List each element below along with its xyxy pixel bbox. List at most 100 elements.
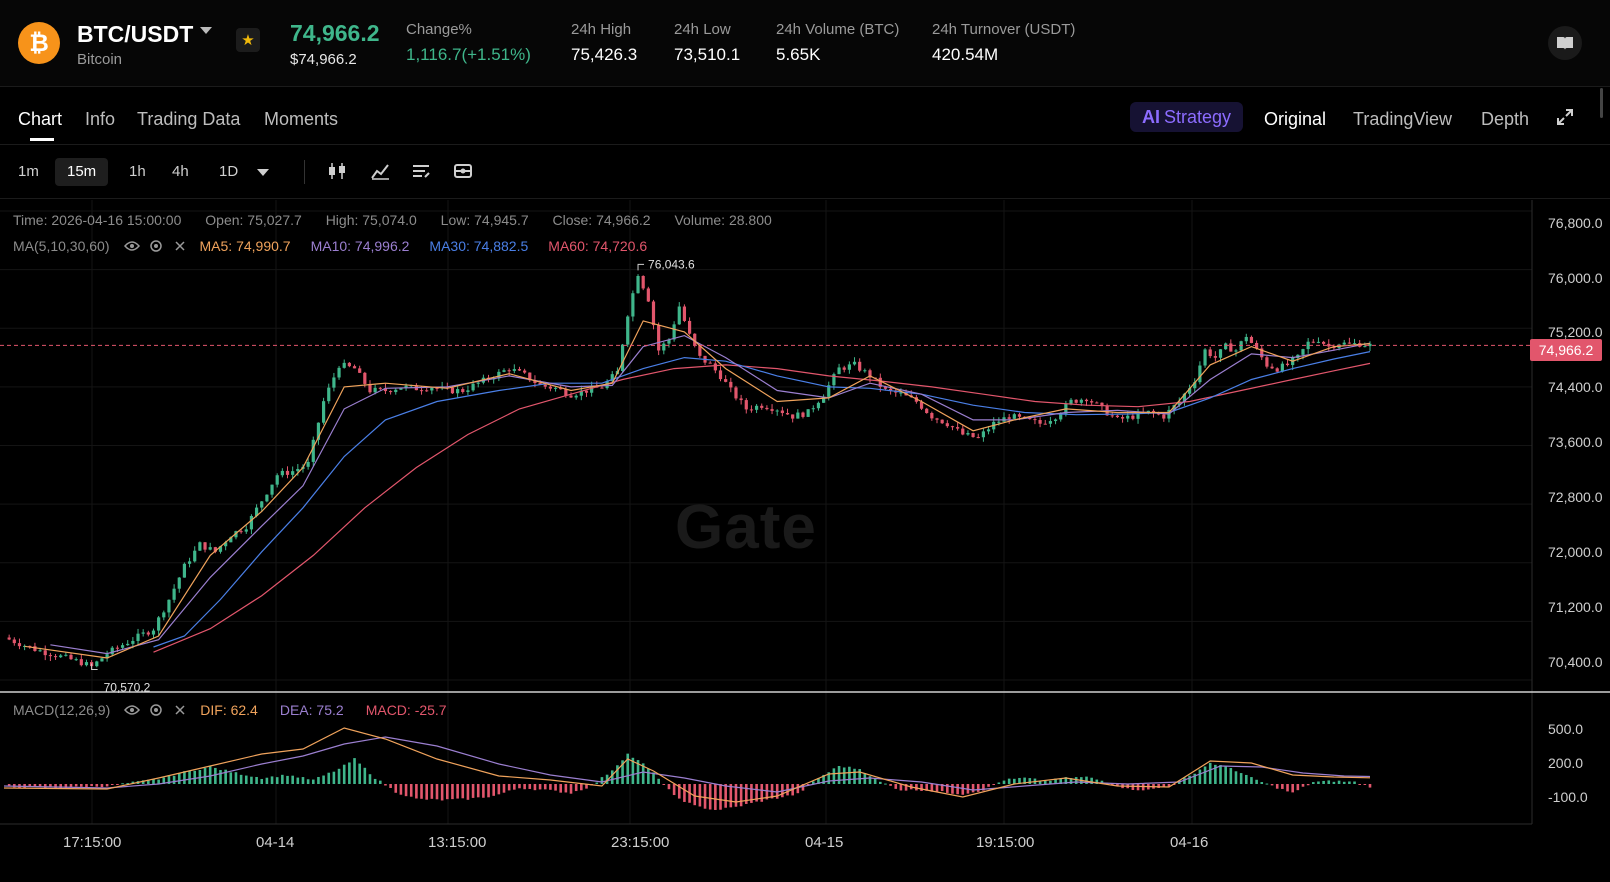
tab-chart[interactable]: Chart xyxy=(18,109,62,130)
macd-bar xyxy=(389,784,392,788)
candle-body xyxy=(90,662,94,667)
drawing-icon[interactable] xyxy=(452,160,474,182)
macd-bar xyxy=(992,784,996,785)
candle-body xyxy=(1187,388,1192,394)
candle-body xyxy=(1012,414,1016,419)
macd-bar xyxy=(935,784,939,792)
chevron-down-icon[interactable] xyxy=(200,27,212,34)
macd-bar xyxy=(141,780,145,784)
candle-body xyxy=(940,419,944,424)
timeframe-4h[interactable]: 4h xyxy=(160,158,201,186)
market-header: ₿ BTC/USDT Bitcoin ★ 74,966.2 $74,966.2 … xyxy=(0,0,1610,87)
book-icon[interactable] xyxy=(1548,26,1582,60)
close-icon[interactable] xyxy=(172,702,188,718)
candle-body xyxy=(167,599,171,613)
candle-body xyxy=(1213,356,1217,358)
macd-bar xyxy=(966,784,970,794)
macd-bar xyxy=(904,784,908,791)
candle-body xyxy=(687,320,692,334)
macd-bar xyxy=(853,768,856,784)
candle-body xyxy=(440,386,444,389)
candle-body xyxy=(976,437,980,439)
candle-body xyxy=(1126,415,1130,419)
fullscreen-icon[interactable] xyxy=(1556,108,1574,131)
candle-body xyxy=(925,408,929,413)
eye-icon[interactable] xyxy=(124,702,141,718)
candle-body xyxy=(249,515,254,530)
indicator-icon[interactable] xyxy=(369,160,391,182)
candle-body xyxy=(590,386,594,393)
macd-bar xyxy=(781,784,784,798)
favorite-star-icon[interactable]: ★ xyxy=(236,28,260,52)
pair-selector[interactable]: BTC/USDT xyxy=(77,21,193,48)
macd-bar xyxy=(1121,784,1124,789)
macd-value: MACD: -25.7 xyxy=(365,702,447,718)
candle-body xyxy=(368,383,372,393)
candle-body xyxy=(1316,341,1321,343)
candle-body xyxy=(811,408,815,410)
close-icon[interactable] xyxy=(172,238,188,254)
view-depth[interactable]: Depth xyxy=(1481,109,1529,130)
macd-bar xyxy=(868,776,872,784)
macd-bar xyxy=(873,778,877,784)
tab-info[interactable]: Info xyxy=(85,109,115,130)
ma60-value: MA60: 74,720.6 xyxy=(548,238,648,254)
macd-bar xyxy=(456,784,459,799)
macd-bar xyxy=(373,778,377,784)
candle-body xyxy=(1229,343,1233,352)
macd-bar xyxy=(930,784,934,792)
tab-moments[interactable]: Moments xyxy=(264,109,338,130)
macd-bar xyxy=(940,784,944,792)
candle-body xyxy=(600,387,604,389)
timeframe-1d[interactable]: 1D xyxy=(207,158,250,186)
macd-bar xyxy=(1260,782,1264,784)
macd-bar xyxy=(982,784,985,791)
macd-bar xyxy=(987,784,990,787)
view-tradingview[interactable]: TradingView xyxy=(1353,109,1452,130)
candle-body xyxy=(646,288,650,302)
macd-bar xyxy=(1332,781,1336,784)
candle-body xyxy=(889,388,893,391)
macd-bar xyxy=(564,784,568,793)
candle-body xyxy=(997,421,1001,423)
timeframe-15m[interactable]: 15m xyxy=(55,158,109,186)
macd-bar xyxy=(1172,784,1176,785)
ohlc-volume: Volume: 28.800 xyxy=(674,212,772,228)
macd-bar xyxy=(1018,777,1021,784)
candle-body xyxy=(254,507,259,516)
macd-bar xyxy=(332,771,336,784)
macd-bar xyxy=(85,784,88,788)
candle-body xyxy=(1162,414,1166,419)
ma-label: MA(5,10,30,60) xyxy=(13,238,110,254)
chevron-down-icon[interactable] xyxy=(257,169,269,176)
candle-body xyxy=(1368,343,1372,347)
candle-body xyxy=(1332,346,1336,348)
candle-body xyxy=(595,386,599,388)
settings-lines-icon[interactable] xyxy=(410,160,432,182)
macd-bar xyxy=(1095,779,1099,784)
candle-body xyxy=(729,381,733,388)
stat-24h-turnover: 24h Turnover (USDT) 420.54M xyxy=(932,21,1076,64)
candle-body xyxy=(1064,403,1068,414)
macd-bar xyxy=(796,784,800,794)
candle-body xyxy=(492,378,496,380)
candle-body xyxy=(136,633,140,641)
candlestick-icon[interactable] xyxy=(326,160,348,182)
candle-body xyxy=(1105,405,1109,416)
ai-strategy-button[interactable]: AI Strategy xyxy=(1130,102,1244,132)
tab-trading-data[interactable]: Trading Data xyxy=(137,109,240,130)
macd-bar xyxy=(714,784,717,810)
ma5-line xyxy=(24,320,1371,659)
timeframe-1h[interactable]: 1h xyxy=(117,158,158,186)
timeframe-1m[interactable]: 1m xyxy=(6,158,51,186)
gear-icon[interactable] xyxy=(148,702,164,718)
macd-bar xyxy=(198,769,202,784)
macd-bar xyxy=(951,784,954,794)
candle-body xyxy=(986,429,991,432)
view-original[interactable]: Original xyxy=(1264,109,1326,130)
eye-icon[interactable] xyxy=(123,238,140,254)
gear-icon[interactable] xyxy=(148,238,164,254)
candle-body xyxy=(497,371,501,379)
macd-bar xyxy=(451,784,454,800)
macd-bar xyxy=(1311,782,1315,784)
